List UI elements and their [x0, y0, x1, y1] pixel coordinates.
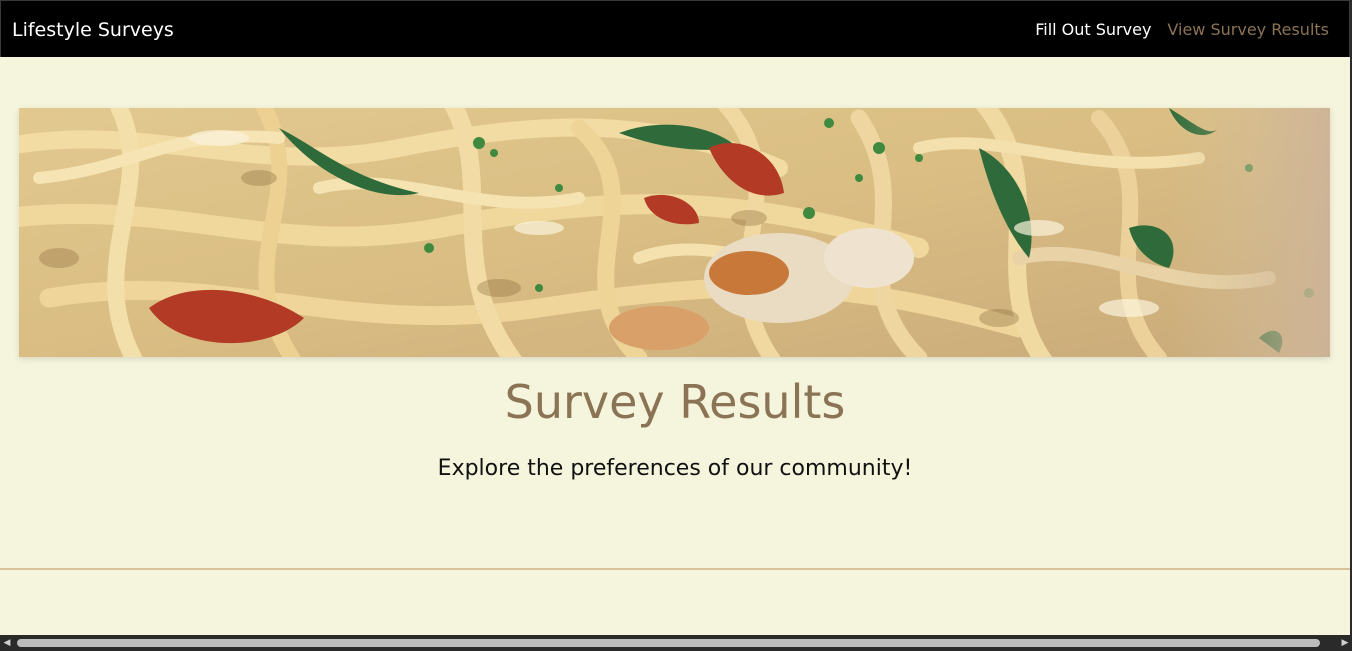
scroll-left-arrow-icon[interactable]: ◀: [2, 638, 12, 648]
brand-link[interactable]: Lifestyle Surveys: [12, 18, 174, 42]
scrollbar-thumb[interactable]: [17, 639, 1320, 647]
section-divider: [0, 568, 1350, 570]
page: Lifestyle Surveys Fill Out Survey View S…: [0, 0, 1352, 651]
hero-image: [19, 108, 1330, 357]
horizontal-scrollbar[interactable]: ◀ ▶: [0, 635, 1352, 651]
page-subtitle: Explore the preferences of our community…: [437, 456, 913, 481]
nav-fill-out-survey[interactable]: Fill Out Survey: [1035, 19, 1151, 41]
page-title: Survey Results: [504, 375, 846, 429]
nav-links: Fill Out Survey View Survey Results: [1035, 19, 1329, 41]
pasta-image: [19, 108, 1330, 357]
nav-view-survey-results[interactable]: View Survey Results: [1167, 19, 1329, 41]
scroll-right-arrow-icon[interactable]: ▶: [1340, 638, 1350, 648]
top-navbar: Lifestyle Surveys Fill Out Survey View S…: [0, 0, 1350, 57]
